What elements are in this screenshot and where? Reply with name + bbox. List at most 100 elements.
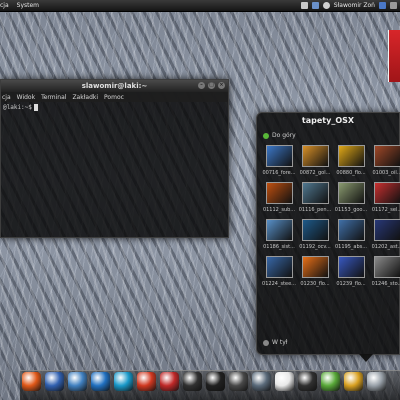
file-thumbnail: [373, 145, 400, 167]
file-item[interactable]: 01224_stee...: [261, 256, 297, 287]
dock-launchers: [22, 372, 386, 391]
user-name[interactable]: Sławomir Zoń: [334, 2, 375, 9]
grid-icon[interactable]: [183, 372, 202, 391]
file-thumbnail: [373, 182, 400, 204]
network-icon[interactable]: [300, 2, 308, 9]
file-thumbnail: [265, 145, 293, 167]
stack-pointer: [359, 354, 373, 362]
file-item[interactable]: 01186_sist...: [261, 219, 297, 250]
window-controls: – □ ×: [198, 82, 225, 89]
menu-terminal[interactable]: Terminal: [41, 94, 66, 101]
monitor-icon[interactable]: [206, 372, 225, 391]
file-item[interactable]: 01003_oil...: [369, 145, 400, 176]
cloud-icon[interactable]: [252, 372, 271, 391]
terminal-titlebar[interactable]: slawomir@laki:~ – □ ×: [1, 80, 228, 92]
file-item[interactable]: 01239_flo...: [333, 256, 369, 287]
user-icon: [322, 2, 330, 9]
desktop-widget[interactable]: [388, 30, 400, 82]
stack-up-button[interactable]: Do góry: [263, 132, 296, 139]
menu-help[interactable]: Pomoc: [104, 94, 124, 101]
file-item[interactable]: 01202_ast...: [369, 219, 400, 250]
file-item[interactable]: 01246_sto...: [369, 256, 400, 287]
terminal-menubar: cja Widok Terminal Zakładki Pomoc: [1, 92, 228, 102]
stack-title: tapety_OSX: [301, 116, 355, 125]
file-item[interactable]: 01116_pen...: [297, 182, 333, 213]
calendar-icon[interactable]: [275, 372, 294, 391]
gnome-icon[interactable]: [344, 372, 363, 391]
file-caption: 00716_fore...: [262, 170, 296, 176]
tomato-icon[interactable]: [137, 372, 156, 391]
close-icon[interactable]: ×: [218, 82, 225, 89]
mail-icon[interactable]: [68, 372, 87, 391]
file-caption: 01186_sist...: [263, 244, 295, 250]
maximize-icon[interactable]: □: [208, 82, 215, 89]
file-caption: 01153_goo...: [334, 207, 368, 213]
file-item[interactable]: 01172_sel...: [369, 182, 400, 213]
stack-back-button[interactable]: W tył: [263, 339, 287, 346]
file-thumbnail: [301, 219, 329, 241]
thumbnail-grid: 00716_fore... 00872_gol... 00880_flo... 010…: [261, 145, 400, 287]
file-caption: 01003_oil...: [372, 170, 400, 176]
back-arrow-icon: [263, 339, 269, 346]
file-caption: 00872_gol...: [299, 170, 331, 176]
file-caption: 01192_ocv...: [299, 244, 331, 250]
file-thumbnail: [265, 182, 293, 204]
menu-system[interactable]: System: [17, 2, 39, 9]
folder-stack[interactable]: tapety_OSX Do góry 00716_fore... 00872_go…: [256, 112, 400, 355]
book-icon[interactable]: [229, 372, 248, 391]
file-caption: 01202_ast...: [371, 244, 400, 250]
file-caption: 01195_abs...: [334, 244, 368, 250]
menu-bookmarks[interactable]: Zakładki: [72, 94, 98, 101]
terminal-title: slawomir@laki:~: [81, 82, 148, 90]
tools-icon[interactable]: [160, 372, 179, 391]
file-thumbnail: [373, 256, 400, 278]
file-item[interactable]: 00880_flo...: [333, 145, 369, 176]
firefox-icon[interactable]: [22, 372, 41, 391]
camera-icon[interactable]: [298, 372, 317, 391]
file-item[interactable]: 01153_goo...: [333, 182, 369, 213]
file-caption: 01172_sel...: [371, 207, 400, 213]
minimize-icon[interactable]: –: [198, 82, 205, 89]
thunderbird-icon[interactable]: [45, 372, 64, 391]
file-caption: 01230_flo...: [300, 281, 330, 287]
up-arrow-icon: [263, 132, 269, 139]
file-caption: 00880_flo...: [336, 170, 366, 176]
stack-back-label: W tył: [272, 339, 288, 346]
file-item[interactable]: 01192_ocv...: [297, 219, 333, 250]
menu-actions[interactable]: cja: [0, 2, 9, 9]
music-icon[interactable]: [114, 372, 133, 391]
media-player-icon[interactable]: [91, 372, 110, 391]
file-item[interactable]: 01195_abs...: [333, 219, 369, 250]
file-item[interactable]: 00716_fore...: [261, 145, 297, 176]
chart-icon[interactable]: [321, 372, 340, 391]
terminal-window[interactable]: slawomir@laki:~ – □ × cja Widok Terminal…: [0, 79, 229, 238]
file-caption: 01224_stee...: [262, 281, 296, 287]
chat-icon[interactable]: [379, 2, 386, 9]
menu-view[interactable]: Widok: [17, 94, 35, 101]
menu-actions[interactable]: cja: [2, 94, 11, 101]
file-caption: 01116_pen...: [298, 207, 332, 213]
file-item[interactable]: 00872_gol...: [297, 145, 333, 176]
power-icon[interactable]: [390, 2, 397, 9]
file-thumbnail: [301, 145, 329, 167]
file-caption: 01239_flo...: [336, 281, 366, 287]
text-cursor: [33, 104, 38, 111]
file-thumbnail: [337, 219, 365, 241]
file-thumbnail: [301, 256, 329, 278]
file-thumbnail: [265, 256, 293, 278]
file-thumbnail: [301, 182, 329, 204]
volume-icon[interactable]: [311, 2, 319, 9]
folder-icon[interactable]: [367, 372, 386, 391]
file-thumbnail: [337, 182, 365, 204]
file-thumbnail: [373, 219, 400, 241]
top-panel: cja System Sławomir Zoń: [0, 0, 400, 12]
file-caption: 01246_sto...: [371, 281, 400, 287]
terminal-prompt: @laki:~$: [3, 104, 32, 111]
file-thumbnail: [337, 256, 365, 278]
file-thumbnail: [265, 219, 293, 241]
terminal-output[interactable]: @laki:~$: [1, 102, 228, 113]
file-item[interactable]: 01112_sub...: [261, 182, 297, 213]
file-caption: 01112_sub...: [262, 207, 296, 213]
file-item[interactable]: 01230_flo...: [297, 256, 333, 287]
panel-tray: Sławomir Zoń: [300, 2, 400, 9]
